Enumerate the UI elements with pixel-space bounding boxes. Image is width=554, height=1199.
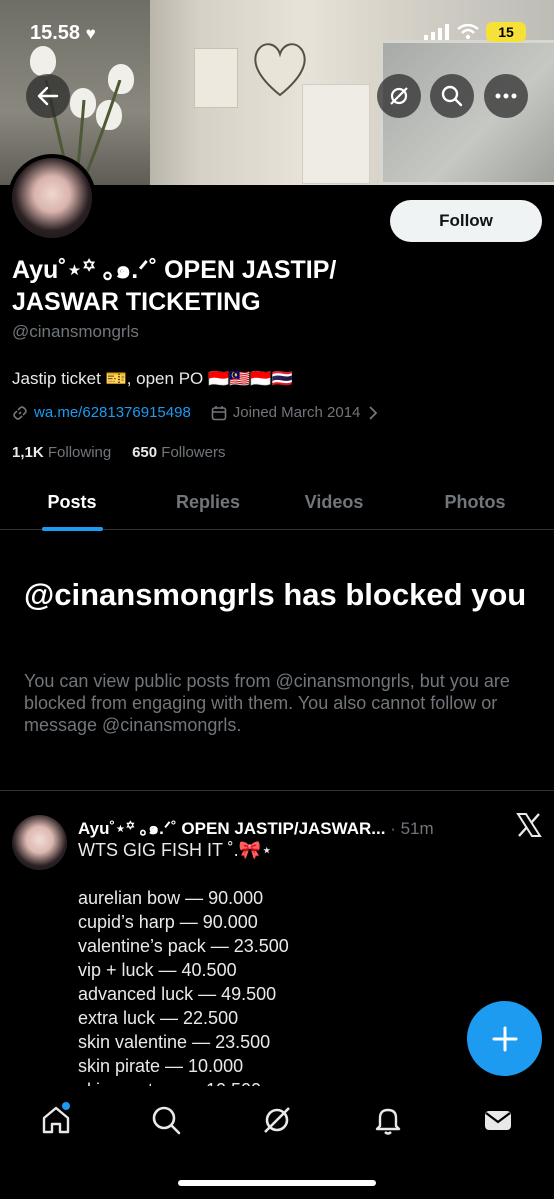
tab-photos[interactable]: Photos (415, 474, 535, 530)
active-tab-indicator (42, 527, 103, 531)
search-icon (441, 85, 463, 107)
calendar-icon (211, 405, 227, 420)
grok-button[interactable] (377, 74, 421, 118)
tweet-line: skin pirate — 10.000 (78, 1056, 244, 1076)
followers-stat[interactable]: 650 Followers (132, 444, 225, 461)
back-button[interactable] (26, 74, 70, 118)
tab-posts[interactable]: Posts (12, 474, 132, 530)
plus-icon (492, 1026, 517, 1051)
search-icon[interactable] (150, 1104, 182, 1136)
back-arrow-icon (37, 86, 59, 106)
tab-replies[interactable]: Replies (148, 474, 268, 530)
tweet-line: vip + luck — 40.500 (78, 960, 237, 980)
tweet-avatar[interactable] (12, 815, 67, 870)
follow-button[interactable]: Follow (390, 200, 542, 242)
x-logo-icon (516, 813, 542, 837)
tweet-line: WTS GIG FISH IT ˚.🎀⋆ (78, 840, 273, 860)
grok-icon (390, 87, 408, 105)
tweet-body[interactable]: WTS GIG FISH IT ˚.🎀⋆ aurelian bow — 90.0… (78, 838, 458, 1086)
wifi-icon (457, 24, 479, 40)
link-icon (13, 405, 27, 420)
profile-name: Ayu˚⋆꙳ ｡๑.ᐟ˚ OPEN JASTIP/ JASWAR TICKETI… (12, 256, 337, 316)
messages-icon[interactable] (482, 1104, 514, 1136)
blocked-description: You can view public posts from @cinansmo… (24, 671, 510, 735)
status-icons: 15 (424, 22, 526, 42)
tweet-line (78, 862, 458, 886)
profile-handle: @cinansmongrls (12, 322, 139, 341)
grok-icon[interactable] (261, 1104, 293, 1136)
tweet-line: valentine’s pack — 23.500 (78, 936, 289, 956)
following-stat[interactable]: 1,1K Following (12, 444, 111, 461)
tab-videos[interactable]: Videos (274, 474, 394, 530)
tweet-author[interactable]: Ayu˚⋆꙳ ｡๑.ᐟ˚ OPEN JASTIP/JASWAR... (78, 819, 385, 838)
battery-indicator: 15 (486, 22, 526, 42)
tweet-line: cupid’s harp — 90.000 (78, 912, 258, 932)
more-button[interactable] (484, 74, 528, 118)
tweet-line: skin mystery — 10.500 (78, 1078, 458, 1086)
status-bar: 15.58 ♥ 15 (0, 0, 554, 64)
more-icon (495, 93, 517, 99)
status-time: 15.58 ♥ (30, 22, 96, 44)
profile-avatar[interactable] (8, 154, 96, 242)
tweet-line: extra luck — 22.500 (78, 1008, 239, 1028)
home-indicator (178, 1180, 376, 1186)
profile-meta: wa.me/6281376915498 Joined March 2014 (12, 404, 378, 421)
profile-link[interactable]: wa.me/6281376915498 (34, 404, 191, 421)
tweet-line: aurelian bow — 90.000 (78, 888, 264, 908)
chevron-right-icon[interactable] (368, 405, 378, 420)
signal-icon (424, 24, 449, 40)
tweet-line: skin valentine — 23.500 (78, 1032, 271, 1052)
notification-dot (62, 1102, 70, 1110)
tweet-time: · 51m (390, 819, 434, 838)
blocked-title: @cinansmongrls has blocked you (24, 577, 527, 612)
compose-button[interactable] (467, 1001, 542, 1076)
search-button[interactable] (430, 74, 474, 118)
profile-bio: Jastip ticket 🎫, open PO 🇮🇩🇲🇾🇮🇩🇹🇭 (12, 369, 293, 388)
profile-stats: 1,1K Following 650 Followers (12, 444, 225, 461)
tweet-line: advanced luck — 49.500 (78, 984, 277, 1004)
notifications-icon[interactable] (372, 1104, 404, 1136)
profile-tabs: Posts Replies Videos Photos (0, 474, 554, 530)
joined-date: Joined March 2014 (232, 404, 361, 421)
divider (0, 790, 554, 791)
